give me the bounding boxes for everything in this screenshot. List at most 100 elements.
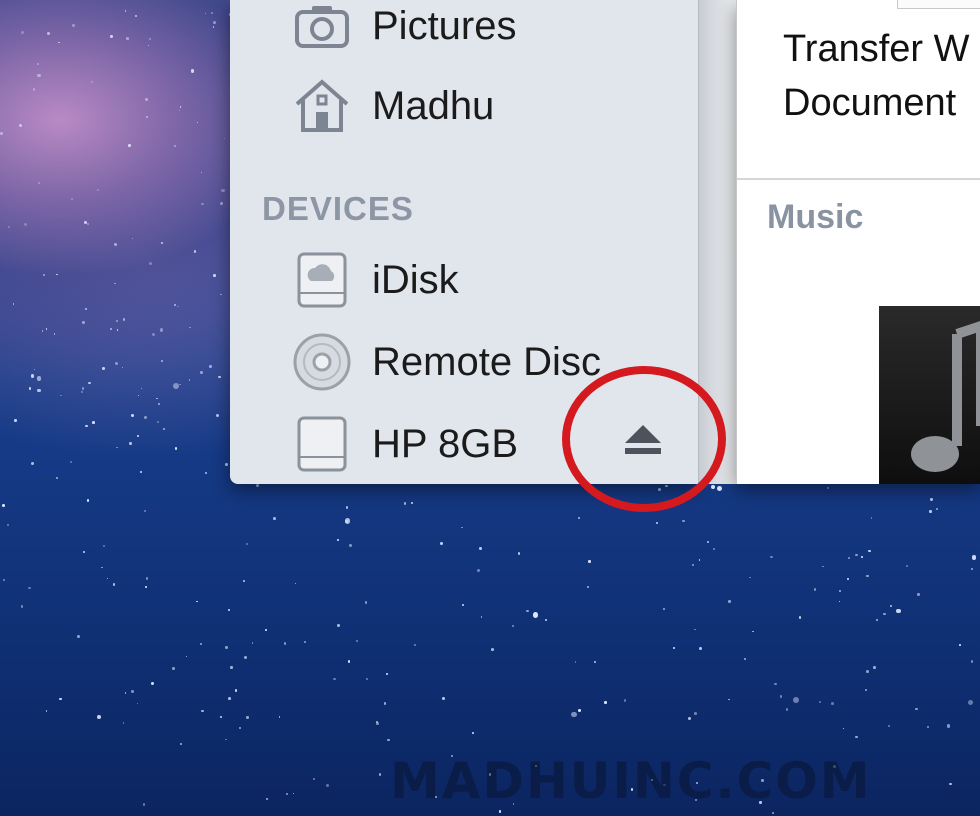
star-dot — [45, 328, 48, 331]
star-dot — [116, 329, 119, 331]
star-dot — [948, 782, 952, 786]
star-dot — [693, 628, 696, 631]
star-dot — [946, 724, 951, 728]
star-dot — [122, 318, 126, 321]
star-dot — [86, 499, 89, 502]
star-dot — [145, 586, 147, 588]
star-dot — [604, 701, 607, 704]
star-dot — [37, 388, 41, 393]
star-dot — [223, 138, 225, 140]
star-dot — [694, 712, 697, 715]
star-dot — [883, 612, 886, 616]
star-dot — [480, 615, 483, 618]
star-dot — [710, 484, 715, 490]
sidebar-item-pictures[interactable]: Pictures — [292, 0, 517, 56]
sidebar-item-remote-disc[interactable]: Remote Disc — [292, 332, 601, 392]
star-dot — [658, 488, 662, 492]
star-dot — [161, 360, 163, 363]
star-dot — [245, 543, 248, 546]
star-dot — [76, 634, 80, 638]
star-dot — [728, 600, 731, 603]
music-section-header: Music — [767, 198, 864, 236]
star-dot — [218, 375, 221, 379]
star-dot — [58, 41, 60, 43]
star-dot — [225, 646, 229, 650]
watermark-text: MADHUINC.COM — [390, 752, 872, 810]
star-dot — [842, 727, 845, 730]
star-dot — [749, 576, 752, 579]
sidebar-item-hp-8gb[interactable]: HP 8GB — [292, 414, 518, 474]
star-dot — [71, 198, 73, 200]
star-dot — [970, 660, 974, 663]
star-dot — [404, 502, 407, 505]
star-dot — [124, 10, 127, 12]
star-dot — [813, 588, 817, 592]
star-dot — [303, 640, 307, 644]
star-dot — [210, 12, 213, 14]
star-dot — [144, 510, 147, 513]
star-dot — [876, 619, 878, 621]
star-dot — [785, 708, 789, 711]
finder-sidebar: Pictures Madhu DEVICES iDisk Remote Disc… — [230, 0, 698, 484]
star-dot — [197, 121, 199, 123]
star-dot — [378, 773, 382, 776]
star-dot — [517, 552, 521, 556]
star-dot — [286, 793, 288, 795]
star-dot — [771, 812, 774, 815]
star-dot — [201, 202, 204, 206]
star-dot — [199, 371, 203, 375]
star-dot — [774, 682, 777, 686]
star-dot — [623, 699, 627, 702]
star-dot — [706, 540, 710, 544]
star-dot — [91, 81, 94, 84]
star-dot — [19, 123, 23, 127]
star-dot — [174, 304, 176, 307]
star-dot — [193, 250, 196, 253]
star-dot — [325, 783, 329, 787]
star-dot — [571, 711, 577, 718]
sidebar-splitter[interactable] — [698, 0, 737, 484]
star-dot — [970, 568, 974, 571]
star-dot — [30, 373, 35, 378]
star-dot — [578, 517, 581, 519]
star-dot — [162, 427, 165, 430]
star-dot — [124, 692, 127, 694]
star-dot — [131, 237, 133, 239]
idisk-icon — [292, 250, 352, 310]
sidebar-item-idisk[interactable]: iDisk — [292, 250, 459, 310]
star-dot — [915, 708, 918, 711]
star-dot — [355, 640, 358, 643]
star-dot — [333, 677, 337, 681]
eject-button[interactable] — [618, 420, 668, 464]
star-dot — [699, 647, 702, 650]
star-dot — [864, 689, 867, 692]
star-dot — [88, 381, 91, 385]
star-dot — [532, 612, 538, 618]
star-dot — [189, 326, 191, 328]
star-dot — [770, 555, 774, 559]
eject-icon — [623, 423, 663, 462]
star-dot — [53, 333, 56, 335]
sidebar-item-madhu[interactable]: Madhu — [292, 76, 494, 136]
star-dot — [927, 725, 929, 728]
itunes-app-icon[interactable] — [879, 306, 980, 484]
star-dot — [499, 810, 502, 813]
star-dot — [743, 657, 746, 660]
star-dot — [60, 394, 62, 396]
star-dot — [349, 544, 353, 547]
star-dot — [146, 115, 149, 118]
star-dot — [69, 461, 72, 464]
star-dot — [225, 738, 227, 741]
star-dot — [838, 600, 841, 603]
star-dot — [196, 600, 198, 603]
star-dot — [174, 447, 178, 451]
star-dot — [201, 710, 204, 713]
star-dot — [180, 106, 182, 108]
remote-disc-icon — [292, 332, 352, 392]
star-dot — [142, 803, 146, 807]
star-dot — [20, 31, 24, 35]
star-dot — [588, 560, 591, 563]
star-dot — [149, 37, 152, 40]
star-dot — [228, 697, 232, 701]
star-dot — [890, 604, 893, 607]
